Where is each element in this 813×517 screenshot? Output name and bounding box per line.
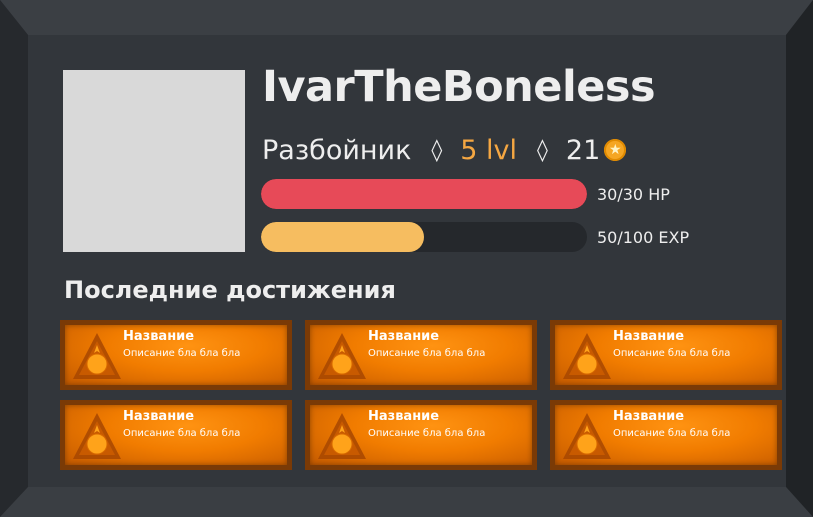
achievement-card[interactable]: Название Описание бла бла бла [550, 400, 782, 470]
achievement-card[interactable]: Название Описание бла бла бла [550, 320, 782, 390]
achievement-badge-icon [73, 333, 121, 379]
achievement-title: Название [123, 329, 195, 344]
username: IvarTheBoneless [262, 62, 656, 112]
coin-count: 21 [565, 134, 601, 166]
achievement-description: Описание бла бла бла [368, 428, 486, 439]
separator-diamond: ◊ [431, 137, 443, 163]
coin-icon: ★ [604, 139, 627, 161]
avatar[interactable] [63, 70, 245, 252]
achievements-title: Последние достижения [64, 276, 396, 304]
achievement-description: Описание бла бла бла [123, 348, 241, 359]
achievement-title: Название [368, 329, 440, 344]
profile-info-line: Разбойник ◊ 5 lvl ◊ 21 ★ [262, 130, 627, 170]
achievement-card[interactable]: Название Описание бла бла бла [305, 400, 537, 470]
achievement-badge-icon [563, 413, 611, 459]
achievement-title: Название [613, 329, 685, 344]
achievement-description: Описание бла бла бла [123, 428, 241, 439]
achievement-badge-icon [318, 413, 366, 459]
achievement-description: Описание бла бла бла [613, 348, 731, 359]
achievement-badge-icon [563, 333, 611, 379]
achievement-card[interactable]: Название Описание бла бла бла [305, 320, 537, 390]
exp-label: 50/100 EXP [597, 228, 690, 247]
exp-bar-fill [261, 222, 424, 252]
achievement-title: Название [613, 409, 685, 424]
level-label: 5 lvl [460, 134, 518, 166]
achievement-badge-icon [73, 413, 121, 459]
achievement-description: Описание бла бла бла [368, 348, 486, 359]
hp-bar [261, 179, 587, 209]
achievement-badge-icon [318, 333, 366, 379]
achievement-card[interactable]: Название Описание бла бла бла [60, 320, 292, 390]
hp-label: 30/30 HP [597, 185, 670, 204]
achievement-description: Описание бла бла бла [613, 428, 731, 439]
achievement-card[interactable]: Название Описание бла бла бла [60, 400, 292, 470]
achievement-title: Название [368, 409, 440, 424]
achievement-title: Название [123, 409, 195, 424]
class-name: Разбойник [262, 134, 412, 166]
exp-bar [261, 222, 587, 252]
separator-diamond: ◊ [537, 137, 548, 163]
hp-bar-fill [261, 179, 587, 209]
